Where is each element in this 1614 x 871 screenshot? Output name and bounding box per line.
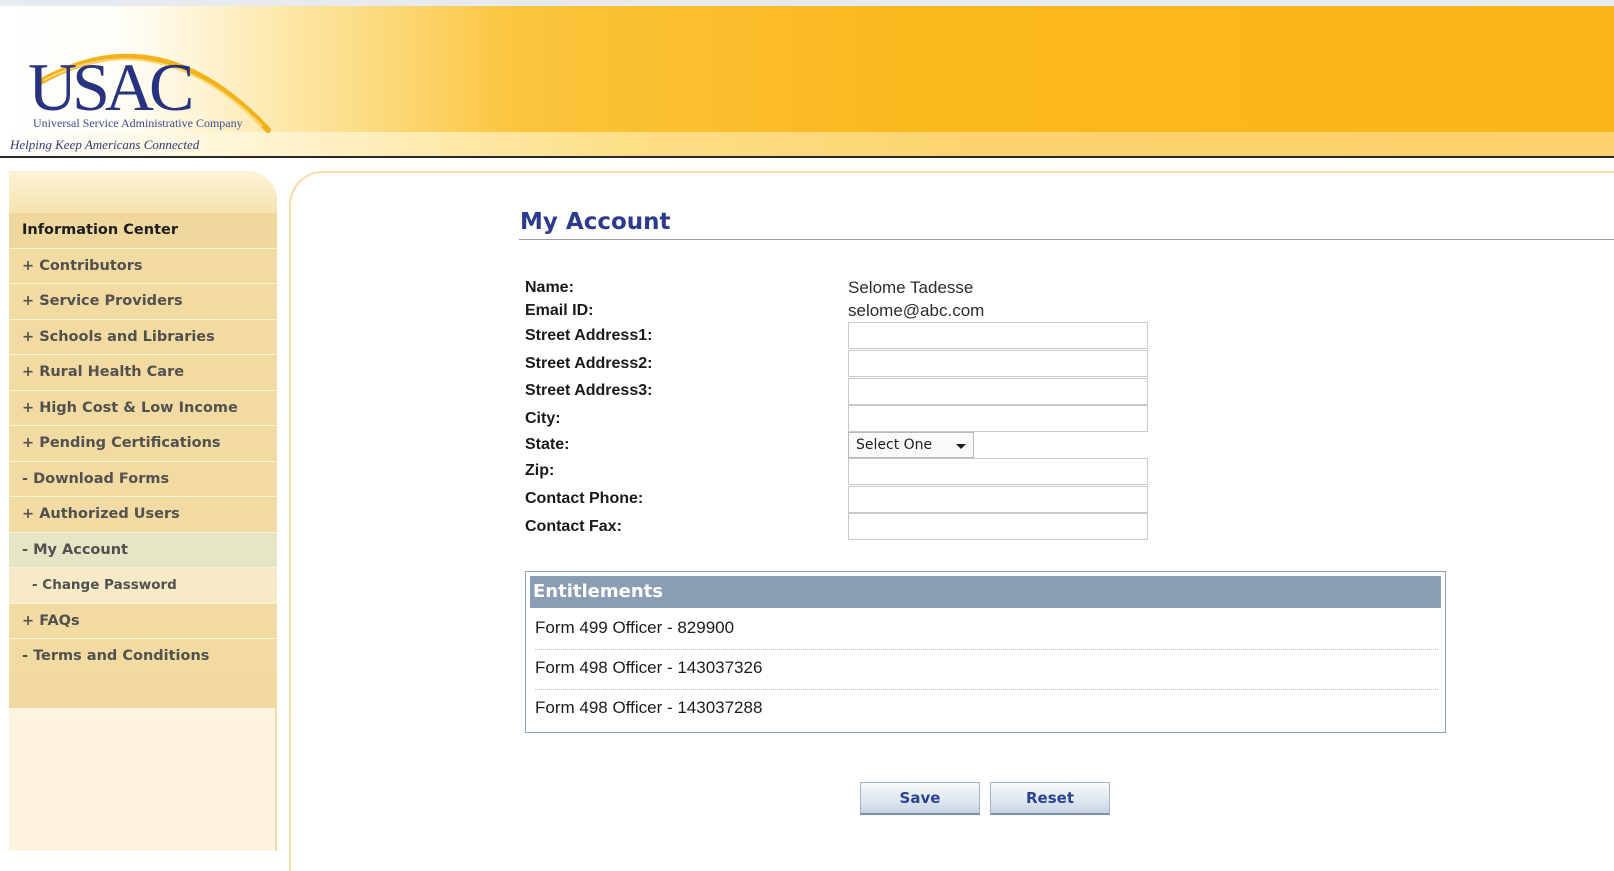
save-button[interactable]: Save [860, 782, 980, 815]
sidebar-item-pending-certifications[interactable]: + Pending Certifications [9, 426, 277, 462]
email-label: Email ID: [525, 302, 594, 319]
header-divider [0, 156, 1614, 158]
state-select-value: Select One [856, 437, 933, 453]
title-divider [519, 239, 1614, 240]
sidebar-item-high-cost-low-income[interactable]: + High Cost & Low Income [9, 390, 277, 426]
email-value: selome@abc.com [848, 301, 985, 320]
sidebar: Information Center + Contributors + Serv… [9, 171, 277, 851]
sidebar-footer-band [9, 674, 277, 708]
sidebar-item-my-account[interactable]: - My Account [9, 532, 277, 568]
contact-phone-label: Contact Phone: [525, 490, 644, 507]
reset-button[interactable]: Reset [990, 782, 1110, 815]
city-input[interactable] [848, 405, 1148, 432]
state-label: State: [525, 436, 570, 453]
entitlement-row: Form 499 Officer - 829900 [535, 610, 1438, 650]
sidebar-item-authorized-users[interactable]: + Authorized Users [9, 497, 277, 533]
sidebar-cap [9, 171, 277, 213]
name-label: Name: [525, 279, 574, 296]
sidebar-item-terms-and-conditions[interactable]: - Terms and Conditions [9, 639, 277, 675]
city-label: City: [525, 410, 561, 427]
sidebar-menu: Information Center + Contributors + Serv… [9, 213, 277, 675]
chevron-down-icon [956, 444, 966, 449]
sidebar-item-faqs[interactable]: + FAQs [9, 603, 277, 639]
contact-fax-input[interactable] [848, 513, 1148, 540]
street-address1-label: Street Address1: [525, 327, 653, 344]
entitlements-panel: Entitlements Form 499 Officer - 829900 F… [525, 571, 1446, 733]
zip-input[interactable] [848, 458, 1148, 485]
zip-label: Zip: [525, 462, 555, 479]
street-address3-input[interactable] [848, 378, 1148, 405]
street-address2-input[interactable] [848, 350, 1148, 377]
sidebar-item-download-forms[interactable]: - Download Forms [9, 461, 277, 497]
entitlement-row: Form 498 Officer - 143037288 [535, 698, 763, 717]
page-title: My Account [520, 209, 671, 235]
tagline: Helping Keep Americans Connected [10, 137, 200, 152]
sidebar-item-rural-health-care[interactable]: + Rural Health Care [9, 355, 277, 391]
usac-logo[interactable]: USAC [28, 53, 194, 121]
street-address3-label: Street Address3: [525, 382, 653, 399]
sidebar-item-service-providers[interactable]: + Service Providers [9, 284, 277, 320]
street-address1-input[interactable] [848, 322, 1148, 349]
contact-fax-label: Contact Fax: [525, 518, 622, 535]
sidebar-item-change-password[interactable]: - Change Password [9, 568, 277, 604]
sidebar-item-contributors[interactable]: + Contributors [9, 248, 277, 284]
company-name: Universal Service Administrative Company [33, 116, 243, 130]
name-value: Selome Tadesse [848, 278, 974, 297]
entitlement-row: Form 498 Officer - 143037326 [535, 650, 1438, 690]
sidebar-item-schools-and-libraries[interactable]: + Schools and Libraries [9, 319, 277, 355]
entitlements-header: Entitlements [530, 576, 1441, 608]
state-select[interactable]: Select One [848, 432, 974, 458]
street-address2-label: Street Address2: [525, 355, 653, 372]
contact-phone-input[interactable] [848, 486, 1148, 513]
sidebar-heading-information-center: Information Center [9, 213, 277, 249]
